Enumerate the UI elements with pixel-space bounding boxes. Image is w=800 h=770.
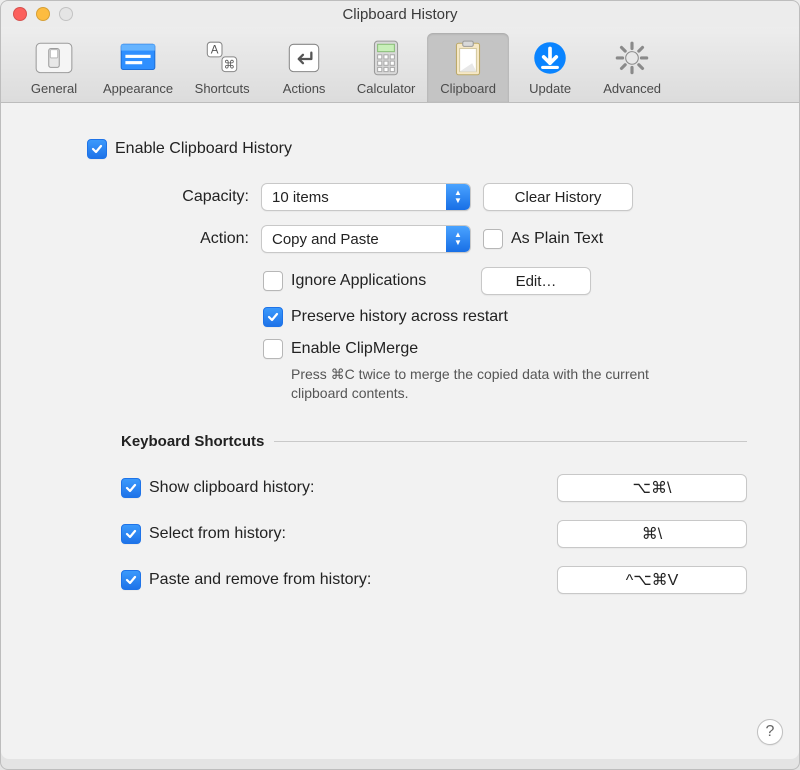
preserve-history-checkbox[interactable] [263, 307, 283, 327]
show-clipboard-history-label: Show clipboard history: [149, 479, 557, 497]
stepper-icon: ▲▼ [446, 226, 470, 252]
svg-text:⌘: ⌘ [224, 59, 236, 72]
keyboard-shortcuts-header: Keyboard Shortcuts [121, 433, 747, 450]
action-label: Action: [91, 230, 261, 248]
tab-advanced[interactable]: Advanced [591, 33, 673, 102]
enable-clipboard-history-checkbox[interactable] [87, 139, 107, 159]
gear-icon [611, 39, 653, 77]
ignore-applications-label: Ignore Applications [291, 272, 481, 290]
capacity-select[interactable]: 10 items ▲▼ [261, 183, 471, 211]
tab-label: Shortcuts [195, 81, 250, 96]
tab-general[interactable]: General [13, 33, 95, 102]
help-button[interactable]: ? [757, 719, 783, 745]
preserve-history-label: Preserve history across restart [291, 308, 508, 326]
show-clipboard-history-checkbox[interactable] [121, 478, 141, 498]
enable-clipmerge-checkbox[interactable] [263, 339, 283, 359]
tab-label: Clipboard [440, 81, 496, 96]
tab-label: General [31, 81, 77, 96]
zoom-window-button[interactable] [59, 7, 73, 21]
capacity-value: 10 items [262, 189, 446, 206]
tab-clipboard[interactable]: Clipboard [427, 33, 509, 102]
tab-label: Advanced [603, 81, 661, 96]
window-title: Clipboard History [1, 6, 799, 23]
action-select[interactable]: Copy and Paste ▲▼ [261, 225, 471, 253]
close-window-button[interactable] [13, 7, 27, 21]
capacity-label: Capacity: [91, 188, 261, 206]
show-clipboard-history-shortcut[interactable]: ⌥⌘\ [557, 474, 747, 502]
clipboard-icon [447, 39, 489, 77]
as-plain-text-checkbox[interactable] [483, 229, 503, 249]
select-from-history-shortcut[interactable]: ⌘\ [557, 520, 747, 548]
minimize-window-button[interactable] [36, 7, 50, 21]
paste-remove-history-label: Paste and remove from history: [149, 571, 557, 589]
clear-history-button[interactable]: Clear History [483, 183, 633, 211]
window-controls [13, 7, 73, 21]
window-icon [117, 39, 159, 77]
tab-shortcuts[interactable]: A⌘ Shortcuts [181, 33, 263, 102]
switch-icon [33, 39, 75, 77]
preferences-toolbar: General Appearance A⌘ Shortcuts Actions … [1, 27, 799, 103]
tab-label: Actions [283, 81, 326, 96]
tab-label: Calculator [357, 81, 416, 96]
clipboard-panel: Enable Clipboard History Capacity: 10 it… [1, 103, 799, 759]
edit-ignored-apps-button[interactable]: Edit… [481, 267, 591, 295]
tab-update[interactable]: Update [509, 33, 591, 102]
enable-clipmerge-label: Enable ClipMerge [291, 340, 418, 358]
tab-actions[interactable]: Actions [263, 33, 345, 102]
enable-clipboard-history-label: Enable Clipboard History [115, 140, 292, 158]
titlebar: Clipboard History [1, 1, 799, 27]
tab-calculator[interactable]: Calculator [345, 33, 427, 102]
keyboard-shortcuts-title: Keyboard Shortcuts [121, 433, 274, 450]
action-value: Copy and Paste [262, 231, 446, 248]
ignore-applications-checkbox[interactable] [263, 271, 283, 291]
paste-remove-history-checkbox[interactable] [121, 570, 141, 590]
tab-label: Appearance [103, 81, 173, 96]
keyboard-icon: A⌘ [201, 39, 243, 77]
select-from-history-checkbox[interactable] [121, 524, 141, 544]
tab-label: Update [529, 81, 571, 96]
select-from-history-label: Select from history: [149, 525, 557, 543]
return-icon [283, 39, 325, 77]
download-icon [529, 39, 571, 77]
svg-text:A: A [211, 45, 219, 57]
paste-remove-history-shortcut[interactable]: ^⌥⌘V [557, 566, 747, 594]
tab-appearance[interactable]: Appearance [95, 33, 181, 102]
stepper-icon: ▲▼ [446, 184, 470, 210]
as-plain-text-label: As Plain Text [511, 230, 603, 248]
clipmerge-hint: Press ⌘C twice to merge the copied data … [291, 365, 671, 403]
calculator-icon [365, 39, 407, 77]
